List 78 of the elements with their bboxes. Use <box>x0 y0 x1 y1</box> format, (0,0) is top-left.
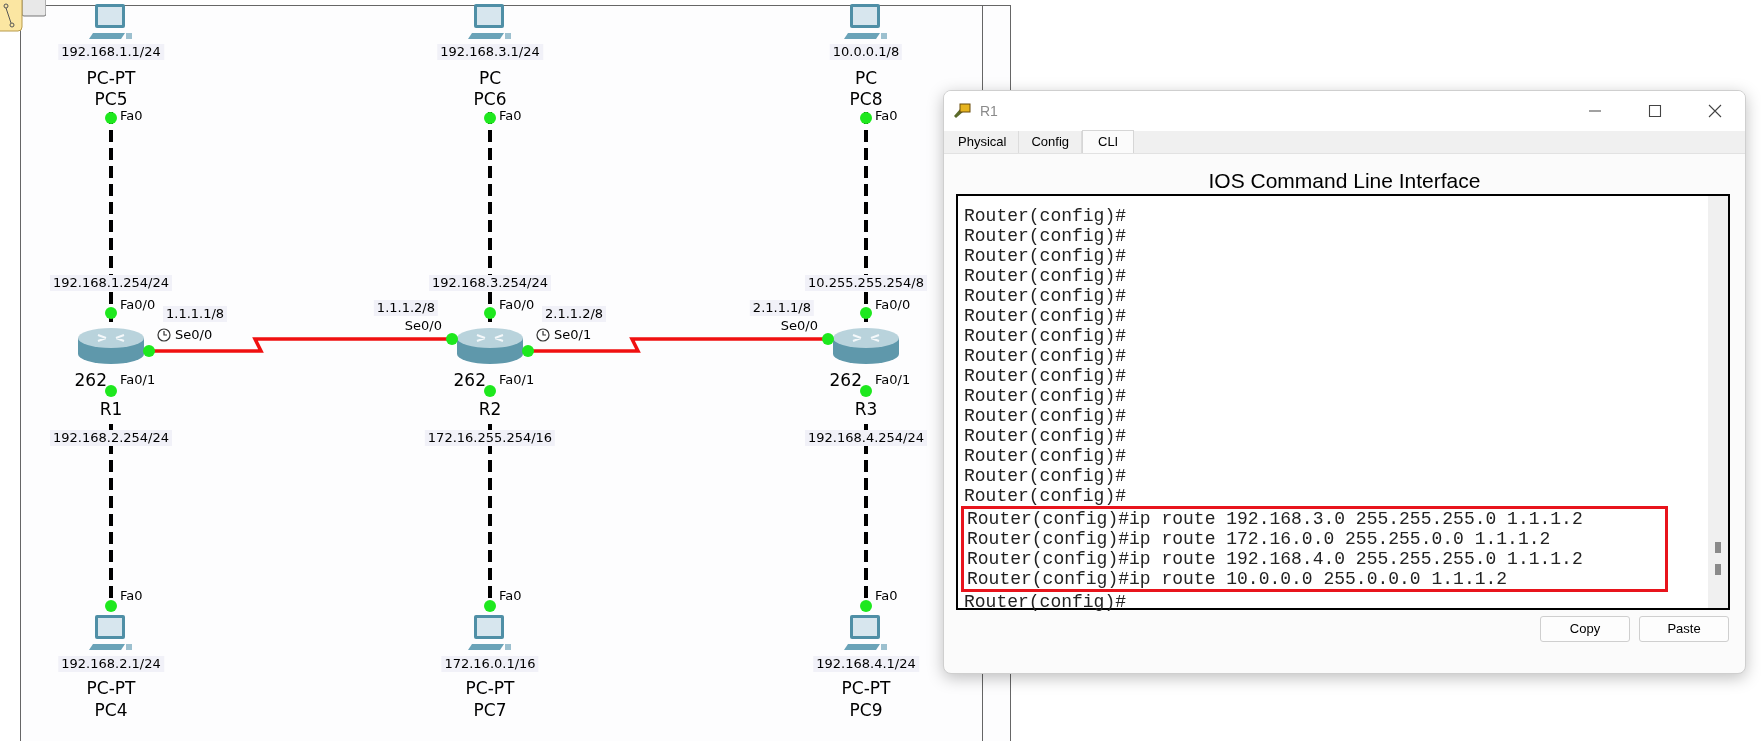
model-label: PC <box>478 68 502 88</box>
device-name: PC6 <box>473 89 507 109</box>
model-label: 262 <box>829 370 862 390</box>
ip-label: 2.1.1.1/8 <box>749 300 814 316</box>
port-label: Se0/0 <box>404 318 442 334</box>
device-name: PC4 <box>94 700 128 720</box>
terminal-line: Router(config)#ip route 172.16.0.0 255.255.0.0 1.1.1.2 <box>961 529 1668 549</box>
app-icon <box>952 102 974 120</box>
terminal-line: Router(config)# <box>963 286 1128 306</box>
terminal-line: Router(config)# <box>963 346 1128 366</box>
ip-label: 172.16.255.254/16 <box>424 430 556 446</box>
model-label: PC-PT <box>86 68 136 88</box>
port-label: Se0/0 <box>175 327 213 343</box>
terminal-line: Router(config)# <box>963 426 1128 446</box>
device-name: PC7 <box>473 700 507 720</box>
port-label: Fa0/1 <box>499 372 535 388</box>
ip-label: 192.168.1.254/24 <box>50 275 172 291</box>
router-icon[interactable] <box>455 326 525 366</box>
terminal-line: Router(config)# <box>963 446 1128 466</box>
port-label: Fa0/0 <box>499 297 535 313</box>
port-label: Fa0/1 <box>875 372 911 388</box>
port-label: Fa0/0 <box>120 297 156 313</box>
ip-label: 1.1.1.2/8 <box>373 300 438 316</box>
port-label: Se0/0 <box>780 318 818 334</box>
model-label: PC <box>854 68 878 88</box>
button[interactable]: Copy <box>1540 616 1630 642</box>
device-name: R2 <box>478 399 502 419</box>
port-label: Fa0/0 <box>875 297 911 313</box>
ip-label: 192.168.4.254/24 <box>805 430 927 446</box>
router-icon[interactable] <box>831 326 901 366</box>
close-icon <box>1708 104 1722 118</box>
tab[interactable]: CLI <box>1082 130 1135 153</box>
terminal-line: Router(config)# <box>963 246 1128 266</box>
terminal-line: Router(config)# <box>963 206 1128 226</box>
terminal-line: Router(config)# <box>963 406 1128 426</box>
terminal[interactable] <box>956 194 1730 610</box>
terminal-line: Router(config)# <box>963 592 1128 612</box>
terminal-line: Router(config)# <box>963 266 1128 286</box>
ip-label: 1.1.1.1/8 <box>163 306 228 322</box>
router-icon[interactable] <box>76 326 146 366</box>
panel-heading: IOS Command Line Interface <box>1207 168 1482 194</box>
ip-label: 192.168.2.1/24 <box>58 656 164 672</box>
ip-label: 10.255.255.254/8 <box>805 275 927 291</box>
window-title: R1 <box>980 101 998 121</box>
terminal-line: Router(config)# <box>963 486 1128 506</box>
port-label: Fa0/1 <box>120 372 156 388</box>
terminal-line: Router(config)#ip route 192.168.3.0 255.255.255.0 1.1.1.2 <box>961 506 1668 529</box>
device-name: R3 <box>854 399 878 419</box>
ip-label: 192.168.2.254/24 <box>50 430 172 446</box>
topology-icon[interactable] <box>0 0 46 32</box>
maximize-icon <box>1648 104 1662 118</box>
ip-label: 172.16.0.1/16 <box>441 656 539 672</box>
terminal-line: Router(config)#ip route 192.168.4.0 255.255.255.0 1.1.1.2 <box>961 549 1668 569</box>
model-label: 262 <box>74 370 107 390</box>
button[interactable]: Paste <box>1639 616 1729 642</box>
model-label: PC-PT <box>465 678 515 698</box>
ip-label: 192.168.4.1/24 <box>813 656 919 672</box>
terminal-line: Router(config)# <box>963 226 1128 246</box>
terminal-line: Router(config)# <box>963 466 1128 486</box>
terminal-line: Router(config)# <box>963 306 1128 326</box>
device-name: PC9 <box>849 700 883 720</box>
ip-label: 192.168.3.254/24 <box>429 275 551 291</box>
device-name: R1 <box>99 399 123 419</box>
ip-label: 192.168.3.1/24 <box>437 44 543 60</box>
device-name: PC5 <box>94 89 128 109</box>
scrollbar[interactable] <box>1708 196 1728 608</box>
ip-label: 192.168.1.1/24 <box>58 44 164 60</box>
terminal-line: Router(config)# <box>963 366 1128 386</box>
ip-label: 10.0.0.1/8 <box>829 44 903 60</box>
model-label: PC-PT <box>86 678 136 698</box>
model-label: 262 <box>453 370 486 390</box>
terminal-line: Router(config)# <box>963 326 1128 346</box>
ip-label: 2.1.1.2/8 <box>542 306 607 322</box>
terminal-line: Router(config)# <box>963 386 1128 406</box>
port-label: Se0/1 <box>554 327 592 343</box>
device-name: PC8 <box>849 89 883 109</box>
model-label: PC-PT <box>841 678 891 698</box>
terminal-line: Router(config)#ip route 10.0.0.0 255.0.0.0 1.1.1.2 <box>961 569 1668 592</box>
